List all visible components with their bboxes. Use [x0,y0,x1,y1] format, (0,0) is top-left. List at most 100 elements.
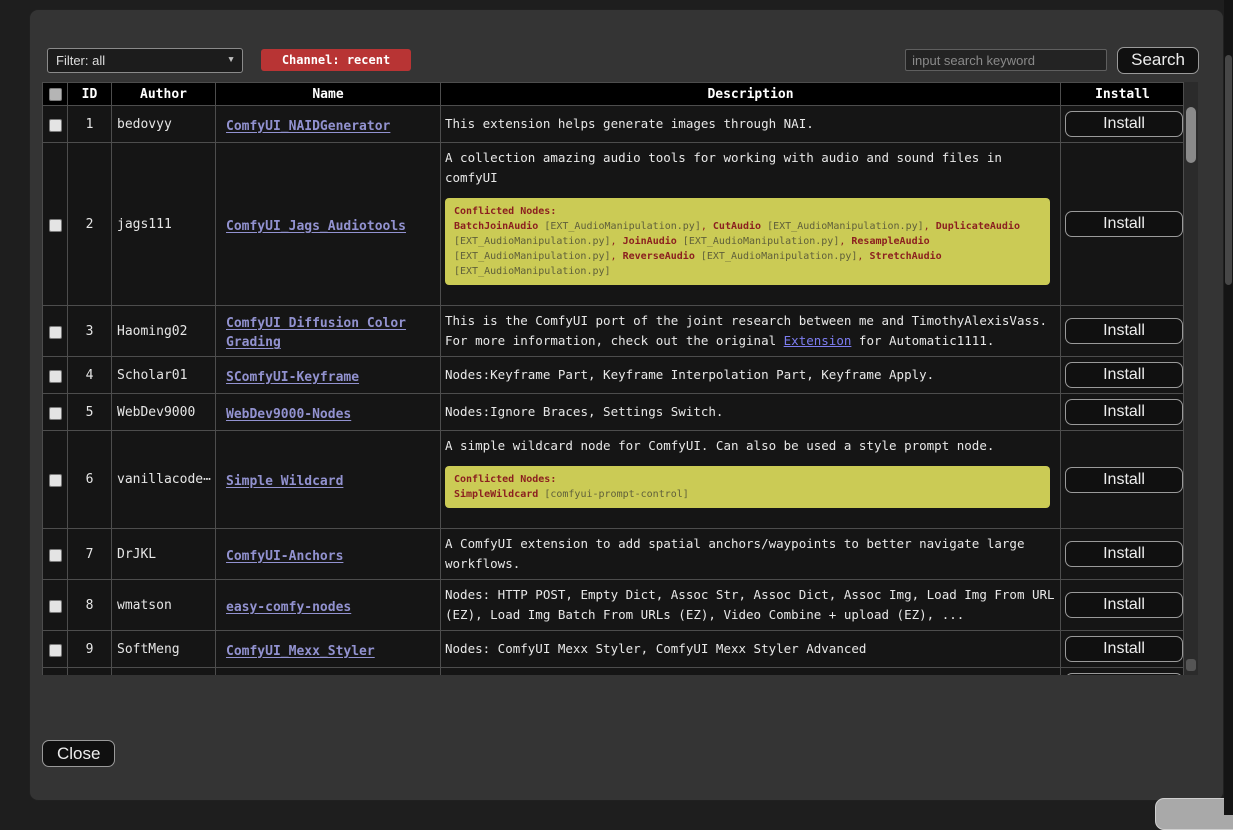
install-button[interactable]: Install [1065,636,1183,662]
row-author: jags111 [112,143,216,306]
row-id: 10 [68,668,112,676]
conflict-source: [EXT_AudioManipulation.py] [695,251,858,262]
node-name-link[interactable]: ComfyUI-Anchors [226,549,343,564]
node-name-link[interactable]: ComfyUI Diffusion Color Grading [226,316,406,350]
row-select-cell [43,431,68,529]
row-id: 8 [68,580,112,631]
row-checkbox[interactable] [49,326,62,339]
toolbar: Filter: all Channel: recent Search [47,46,1199,74]
install-button[interactable]: Install [1065,467,1183,493]
table-row: 10zcfrank1stComfyUI Yolov8Nodes: Yolov8D… [43,668,1185,676]
install-cell: Install [1061,631,1185,668]
table-row: 1bedovyyComfyUI_NAIDGeneratorThis extens… [43,106,1185,143]
row-description-cell: Nodes: Yolov8Detection, Yolov8Segmentati… [441,668,1061,676]
filter-select[interactable]: Filter: all [47,48,243,73]
install-button[interactable]: Install [1065,362,1183,388]
install-button[interactable]: Install [1065,318,1183,344]
conflict-items: BatchJoinAudio [EXT_AudioManipulation.py… [454,219,1041,279]
install-cell: Install [1061,431,1185,529]
row-author: Scholar01 [112,357,216,394]
row-name-cell: ComfyUI Yolov8 [216,668,441,676]
close-button[interactable]: Close [42,740,115,767]
row-description-cell: Nodes:Ignore Braces, Settings Switch. [441,394,1061,431]
node-name-link[interactable]: Simple Wildcard [226,474,343,489]
table-row: 7DrJKLComfyUI-AnchorsA ComfyUI extension… [43,529,1185,580]
row-select-cell [43,529,68,580]
search-input[interactable] [905,49,1107,71]
row-author: SoftMeng [112,631,216,668]
conflict-source: [EXT_AudioManipulation.py] [761,221,924,232]
install-button[interactable]: Install [1065,211,1183,237]
row-description: This is the ComfyUI port of the joint re… [445,311,1056,351]
install-cell: Install [1061,357,1185,394]
node-name-link[interactable]: ComfyUI_Mexx_Styler [226,644,375,659]
install-cell: Install [1061,668,1185,676]
row-checkbox[interactable] [49,600,62,613]
node-name-link[interactable]: easy-comfy-nodes [226,600,351,615]
row-id: 3 [68,306,112,357]
row-name-cell: ComfyUI-Anchors [216,529,441,580]
install-button[interactable]: Install [1065,673,1183,675]
table-row: 4Scholar01SComfyUI-KeyframeNodes:Keyfram… [43,357,1185,394]
row-name-cell: ComfyUI_NAIDGenerator [216,106,441,143]
row-select-cell [43,631,68,668]
install-button[interactable]: Install [1065,111,1183,137]
row-select-cell [43,580,68,631]
table-scrollbar-thumb[interactable] [1186,107,1196,163]
description-link[interactable]: Extension [784,333,852,348]
row-author: Haoming02 [112,306,216,357]
row-select-cell [43,357,68,394]
row-id: 6 [68,431,112,529]
conflicted-nodes-box: Conflicted Nodes:BatchJoinAudio [EXT_Aud… [445,198,1050,285]
row-checkbox[interactable] [49,370,62,383]
row-description: This extension helps generate images thr… [445,114,1056,134]
table-row: 9SoftMengComfyUI_Mexx_StylerNodes: Comfy… [43,631,1185,668]
row-name-cell: SComfyUI-Keyframe [216,357,441,394]
node-name-link[interactable]: SComfyUI-Keyframe [226,370,359,385]
filter-select-wrap: Filter: all [47,48,243,73]
install-button[interactable]: Install [1065,399,1183,425]
row-name-cell: ComfyUI_Jags_Audiotools [216,143,441,306]
row-checkbox[interactable] [49,549,62,562]
conflicted-nodes-box: Conflicted Nodes:SimpleWildcard [comfyui… [445,466,1050,508]
page-scrollbar[interactable] [1224,0,1233,815]
header-description: Description [441,83,1061,106]
row-name-cell: ComfyUI_Mexx_Styler [216,631,441,668]
row-checkbox[interactable] [49,644,62,657]
table-row: 8wmatsoneasy-comfy-nodesNodes: HTTP POST… [43,580,1185,631]
install-button[interactable]: Install [1065,541,1183,567]
install-cell: Install [1061,580,1185,631]
row-id: 5 [68,394,112,431]
row-select-cell [43,394,68,431]
nodes-table-body: 1bedovyyComfyUI_NAIDGeneratorThis extens… [43,106,1185,676]
row-description-cell: A collection amazing audio tools for wor… [441,143,1061,306]
table-row: 3Haoming02 ComfyUI Diffusion Color Gradin… [43,306,1185,357]
row-description-cell: A ComfyUI extension to add spatial ancho… [441,529,1061,580]
row-checkbox[interactable] [49,219,62,232]
page-scrollbar-thumb[interactable] [1225,55,1232,285]
select-all-checkbox[interactable] [49,88,62,101]
row-checkbox[interactable] [49,474,62,487]
row-name-cell: ComfyUI Diffusion Color Grading [216,306,441,357]
row-description: Nodes:Keyframe Part, Keyframe Interpolat… [445,365,1056,385]
table-scrollbar[interactable] [1183,82,1198,675]
row-description: Nodes: ComfyUI Mexx Styler, ComfyUI Mexx… [445,639,1056,659]
row-name-cell: WebDev9000-Nodes [216,394,441,431]
node-name-link[interactable]: ComfyUI_NAIDGenerator [226,119,390,134]
table-header-row: ID Author Name Description Install [43,83,1185,106]
conflict-source: [EXT_AudioManipulation.py] [538,221,701,232]
conflict-title: Conflicted Nodes: [454,204,1041,219]
row-checkbox[interactable] [49,119,62,132]
row-author: bedovyy [112,106,216,143]
row-author: zcfrank1st [112,668,216,676]
row-author: wmatson [112,580,216,631]
row-select-cell [43,143,68,306]
header-author: Author [112,83,216,106]
partial-hidden-button[interactable] [1155,798,1233,830]
row-checkbox[interactable] [49,407,62,420]
node-name-link[interactable]: WebDev9000-Nodes [226,407,351,422]
conflict-items: SimpleWildcard [comfyui-prompt-control] [454,487,1041,502]
install-button[interactable]: Install [1065,592,1183,618]
search-button[interactable]: Search [1117,47,1199,74]
node-name-link[interactable]: ComfyUI_Jags_Audiotools [226,219,406,234]
